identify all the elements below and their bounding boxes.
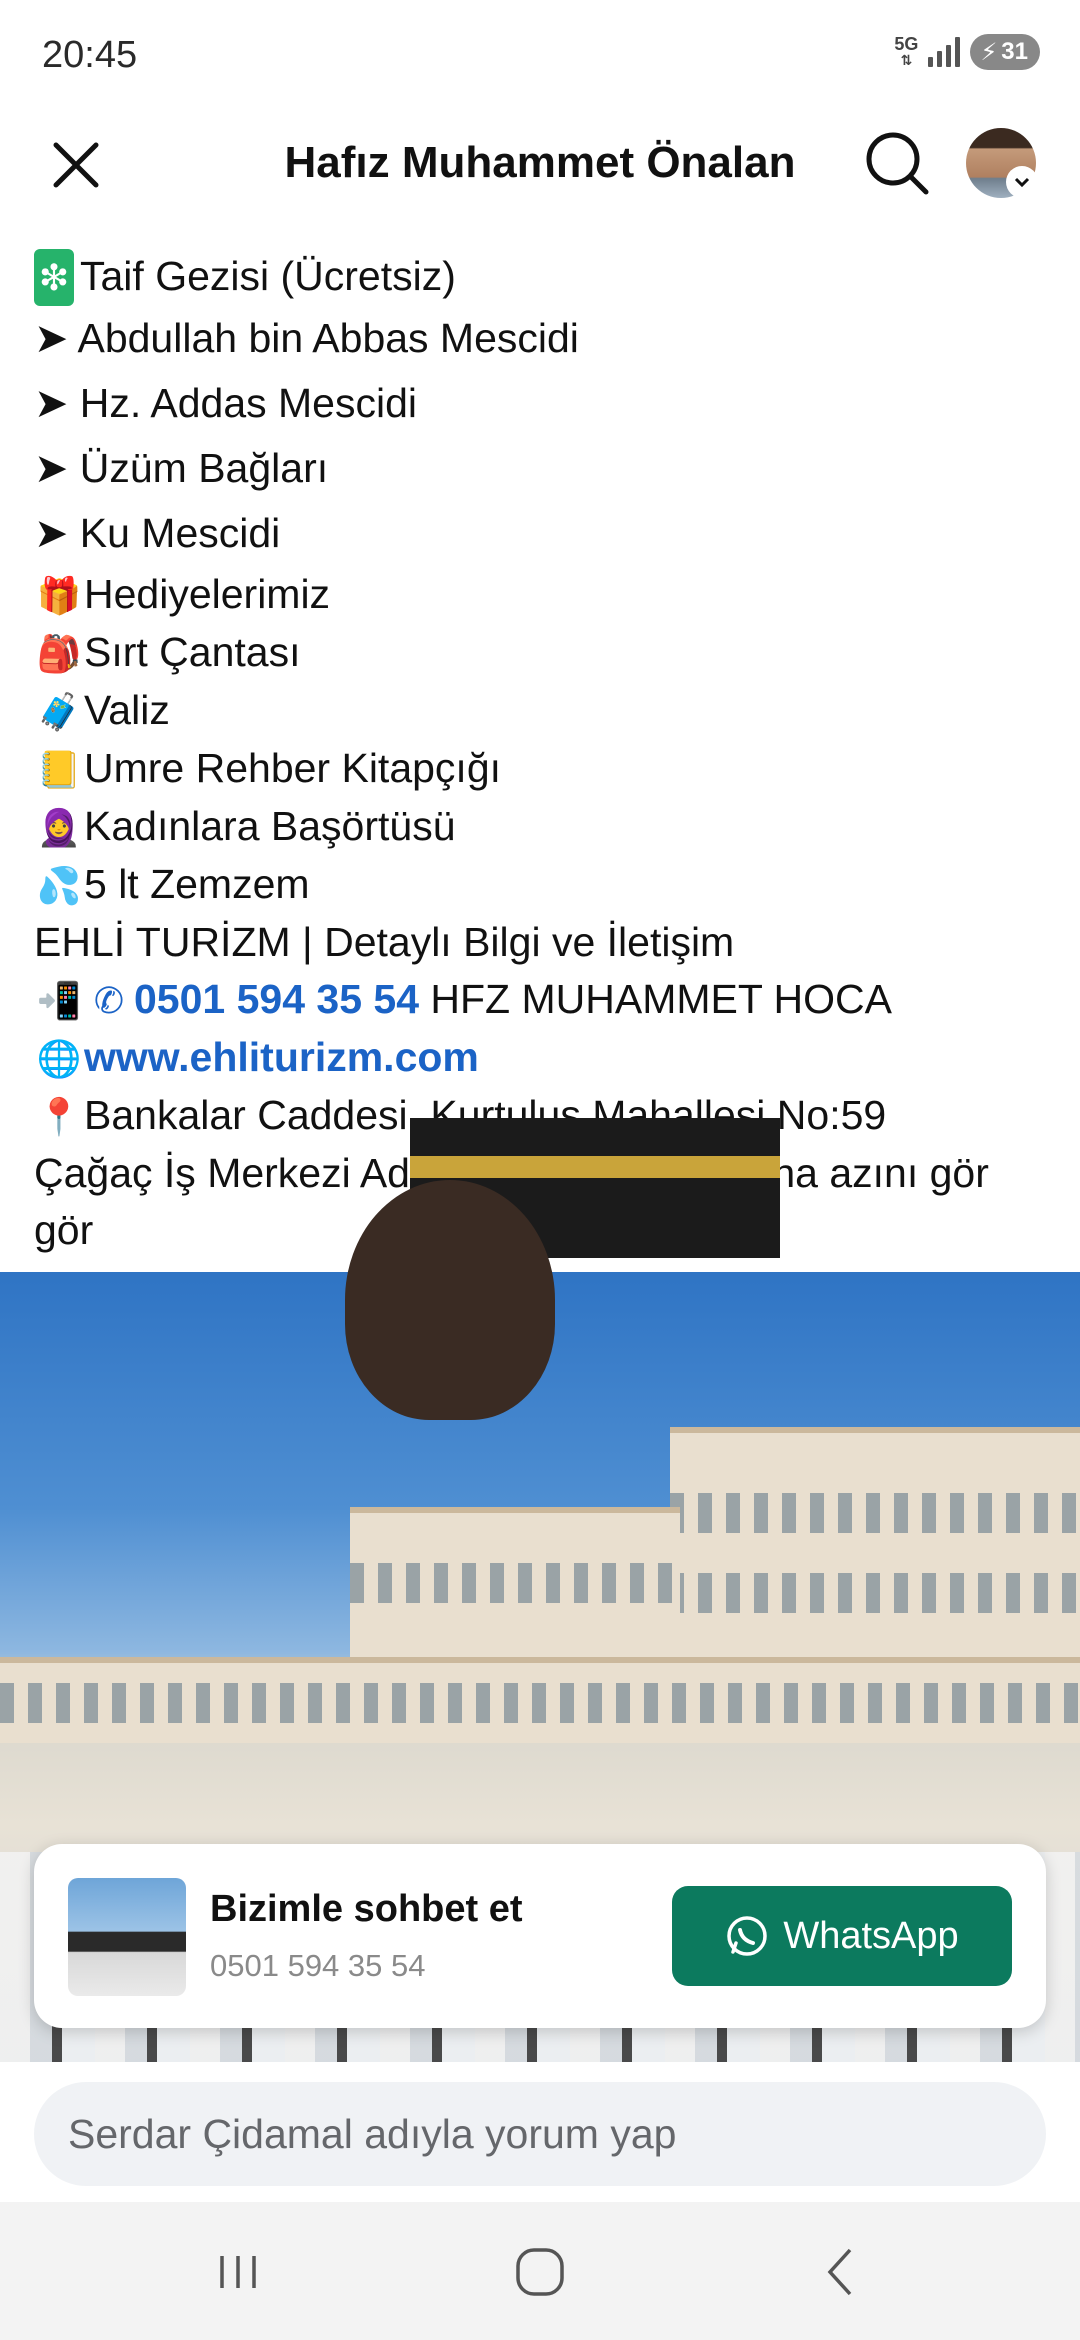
- app-header: Hafız Muhammet Önalan: [0, 110, 1080, 220]
- whatsapp-icon: [727, 1916, 768, 1956]
- recents-button[interactable]: [198, 2242, 278, 2302]
- system-navigation-bar: [0, 2202, 1080, 2340]
- phone-icon: 📲: [36, 980, 82, 1021]
- caption-line: 📒Umre Rehber Kitapçığı: [34, 740, 1044, 798]
- signal-icon: [928, 37, 961, 67]
- caption-line: 🧳Valiz: [34, 682, 1044, 740]
- battery-level: 31: [1001, 38, 1028, 65]
- home-button[interactable]: [500, 2242, 580, 2302]
- back-icon: [827, 2248, 852, 2296]
- location-pin-icon: 📍: [36, 1096, 82, 1137]
- back-button[interactable]: [802, 2242, 882, 2302]
- luggage-icon: 🧳: [36, 691, 82, 732]
- home-icon: [516, 2248, 564, 2296]
- whatsapp-button-label: WhatsApp: [783, 1914, 959, 1957]
- caption-line: 🎁Hediyelerimiz: [34, 566, 1044, 624]
- status-time: 20:45: [42, 34, 138, 76]
- chat-phone: 0501 594 35 54: [210, 1948, 426, 1983]
- close-button[interactable]: [46, 135, 106, 195]
- status-icons: 5G ⇅ ⚡ 31: [894, 34, 1040, 70]
- caption-line: ➤ Üzüm Bağları: [34, 445, 329, 491]
- phone-link[interactable]: 0501 594 35 54: [134, 976, 419, 1022]
- comment-bar: Serdar Çidamal adıyla yorum yap: [0, 2062, 1080, 2202]
- headscarf-woman-icon: 🧕: [36, 807, 82, 848]
- sparkle-icon: ❇: [34, 249, 74, 306]
- globe-icon: 🌐: [36, 1038, 82, 1079]
- backpack-icon: 🎒: [36, 633, 82, 674]
- whatsapp-icon: ✆: [93, 980, 125, 1021]
- chat-thumbnail: [68, 1878, 186, 1996]
- caption-line: 🎒Sırt Çantası: [34, 624, 1044, 682]
- building-image: [0, 1657, 1080, 1743]
- search-icon: [866, 132, 929, 195]
- caption-line: ➤ Abdullah bin Abbas Mescidi: [34, 315, 579, 361]
- caption-line: ➤ Ku Mescidi: [34, 510, 281, 556]
- building-image: [670, 1427, 1080, 1683]
- caption-line: 💦5 lt Zemzem: [34, 856, 1044, 914]
- whatsapp-button[interactable]: WhatsApp: [672, 1886, 1012, 1986]
- comment-input[interactable]: Serdar Çidamal adıyla yorum yap: [34, 2082, 1046, 2186]
- chevron-down-icon[interactable]: [1008, 168, 1036, 196]
- recents-icon: [220, 2256, 256, 2288]
- website-link[interactable]: www.ehliturizm.com: [84, 1034, 479, 1080]
- whatsapp-chat-card: Bizimle sohbet et 0501 594 35 54 WhatsAp…: [34, 1844, 1046, 2028]
- caption-line: EHLİ TURİZM | Detaylı Bilgi ve İletişim: [34, 919, 735, 965]
- caption-line: ➤ Hz. Addas Mescidi: [34, 380, 417, 426]
- caption-line: 🌐www.ehliturizm.com: [34, 1029, 1044, 1087]
- status-bar: 20:45 5G ⇅ ⚡ 31: [0, 0, 1080, 110]
- notebook-icon: 📒: [36, 749, 82, 790]
- network-indicator: 5G ⇅: [894, 34, 919, 68]
- caption-line: ❇ Taif Gezisi (Ücretsiz): [34, 248, 1044, 306]
- caption-line: 🧕Kadınlara Başörtüsü: [34, 798, 1044, 856]
- battery-icon: ⚡ 31: [970, 34, 1040, 70]
- person-image: [345, 1180, 555, 1420]
- water-drops-icon: 💦: [36, 865, 82, 906]
- caption-line: 📲 ✆ 0501 594 35 54 HFZ MUHAMMET HOCA: [34, 971, 1044, 1029]
- post-caption: ❇ Taif Gezisi (Ücretsiz) ➤ Abdullah bin A…: [34, 248, 1044, 1259]
- close-icon: [53, 142, 99, 188]
- gift-icon: 🎁: [36, 575, 82, 616]
- search-button[interactable]: [862, 128, 932, 198]
- chat-title: Bizimle sohbet et: [210, 1888, 523, 1930]
